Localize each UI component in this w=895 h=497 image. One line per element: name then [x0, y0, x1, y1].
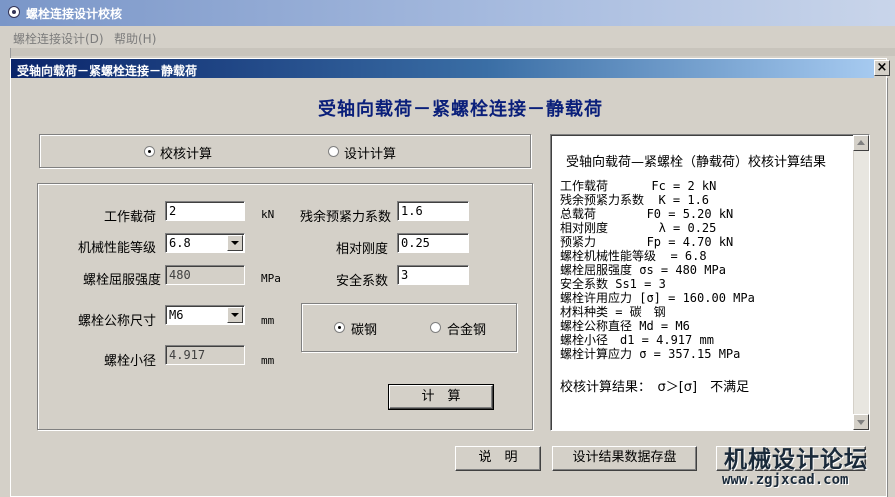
result-line: 螺栓计算应力 σ = 357.15 MPa: [560, 347, 741, 361]
scroll-down-icon[interactable]: [853, 414, 869, 430]
safety-factor-label: 安全系数: [335, 274, 388, 289]
minor-diameter-unit: mm: [261, 354, 275, 367]
result-line: 螺栓公称直径 Md = M6: [560, 319, 690, 333]
carbon-steel-radio[interactable]: [334, 322, 345, 333]
result-title: 受轴向载荷—紧螺栓（静载荷）校核计算结果: [566, 155, 827, 170]
grade-label: 机械性能等级: [77, 241, 156, 256]
result-line: 材料种类 = 碳 钢: [560, 305, 666, 319]
mode-group: [39, 134, 531, 168]
result-line: 预紧力 Fp = 4.70 kN: [560, 235, 734, 249]
work-load-input[interactable]: 2: [165, 201, 245, 221]
residual-coef-input[interactable]: 1.6: [397, 201, 469, 221]
carbon-steel-label[interactable]: 碳钢: [351, 319, 377, 338]
app-title: 螺栓连接设计校核: [26, 7, 123, 21]
relative-stiffness-label: 相对刚度: [335, 242, 388, 257]
relative-stiffness-input[interactable]: 0.25: [397, 233, 469, 253]
explain-button[interactable]: 说 明: [455, 446, 541, 471]
result-line: 相对刚度 λ = 0.25: [560, 221, 717, 235]
nominal-size-label: 螺栓公称尺寸: [77, 314, 156, 329]
close-icon: ×: [876, 60, 888, 75]
save-results-button[interactable]: 设计结果数据存盘: [552, 446, 697, 471]
app-icon: [8, 6, 20, 18]
grade-value: 6.8: [169, 236, 191, 250]
yield-strength-unit: MPa: [261, 272, 281, 285]
result-line: 总载荷 F0 = 5.20 kN: [560, 207, 734, 221]
nominal-size-unit: mm: [261, 314, 275, 327]
watermark-url: www.zgjxcad.com: [722, 472, 849, 488]
result-line: 残余预紧力系数 K = 1.6: [560, 193, 710, 207]
result-line: 工作载荷 Fc = 2 kN: [560, 179, 717, 193]
result-scrollbar[interactable]: [853, 135, 869, 430]
app-title-bar: [0, 0, 895, 26]
watermark-text: 机械设计论坛: [724, 447, 868, 473]
toolbar-strip: [0, 48, 895, 56]
check-mode-radio[interactable]: [144, 146, 155, 157]
design-mode-label[interactable]: 设计计算: [344, 143, 396, 162]
nominal-size-value: M6: [169, 308, 184, 322]
result-line: 螺栓小径 d1 = 4.917 mm: [560, 333, 714, 347]
result-line: 安全系数 Ss1 = 3: [560, 277, 666, 291]
close-button[interactable]: ×: [874, 60, 890, 76]
safety-factor-input[interactable]: 3: [397, 265, 469, 285]
design-mode-radio[interactable]: [328, 146, 339, 157]
alloy-steel-radio[interactable]: [430, 322, 441, 333]
yield-strength-field: 480: [165, 265, 245, 285]
page-heading: 受轴向载荷－紧螺栓连接－静载荷: [318, 99, 603, 120]
residual-coef-label: 残余预紧力系数: [299, 210, 391, 225]
dialog-title: 受轴向载荷－紧螺栓连接－静载荷: [17, 64, 198, 78]
minor-diameter-field: 4.917: [165, 345, 245, 365]
calculate-button[interactable]: 计 算: [388, 384, 494, 410]
right-frame: [887, 78, 895, 497]
check-mode-label[interactable]: 校核计算: [160, 143, 212, 162]
work-load-unit: kN: [261, 208, 275, 221]
menu-bolt-design[interactable]: 螺栓连接设计(D): [13, 30, 104, 47]
result-line: 螺栓机械性能等级 = 6.8: [560, 249, 707, 263]
nominal-size-dropdown-icon[interactable]: [227, 307, 243, 323]
work-load-label: 工作载荷: [103, 210, 156, 225]
minor-diameter-label: 螺栓小径: [103, 354, 156, 369]
menu-help[interactable]: 帮助(H): [114, 30, 156, 47]
yield-strength-label: 螺栓屈服强度: [82, 273, 161, 288]
result-conclusion: 校核计算结果： σ＞[σ] 不满足: [560, 380, 750, 395]
scroll-up-icon[interactable]: [853, 135, 869, 151]
grade-dropdown-icon[interactable]: [227, 235, 243, 251]
result-line: 螺栓屈服强度 σs = 480 MPa: [560, 263, 726, 277]
alloy-steel-label[interactable]: 合金钢: [447, 319, 486, 338]
result-line: 螺栓许用应力 [σ] = 160.00 MPa: [560, 291, 755, 305]
